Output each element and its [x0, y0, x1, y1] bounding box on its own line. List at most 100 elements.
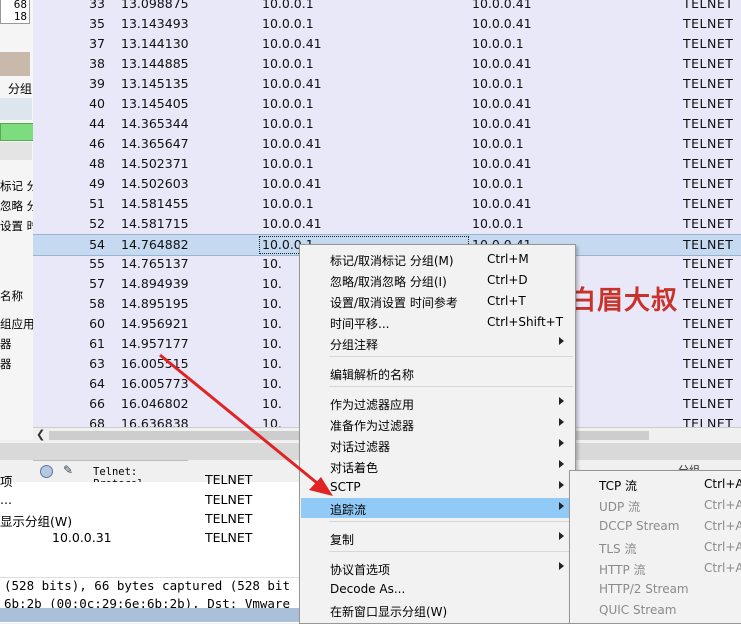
packet-protocol: TELNET: [683, 36, 734, 51]
menu-fragment: 设置 时: [0, 219, 33, 233]
menu-item[interactable]: 标记/取消标记 分组(M) Ctrl+M: [301, 249, 574, 269]
submenu-item[interactable]: TLS 流 Ctrl+A: [570, 537, 741, 558]
table-row[interactable]: 51 14.581455 10.0.0.1 10.0.0.41 TELNET: [33, 194, 741, 214]
table-row[interactable]: 35 13.143493 10.0.0.1 10.0.0.41 TELNET: [33, 14, 741, 34]
packet-time: 14.365344: [121, 116, 189, 131]
menu-fragment: 忽略 分: [0, 199, 33, 213]
packet-number: 35: [89, 16, 105, 31]
submenu-arrow-icon: [559, 418, 564, 426]
filter-bar[interactable]: [0, 123, 33, 141]
menu-item[interactable]: Decode As...: [301, 579, 574, 599]
status-indicator-icon[interactable]: [40, 465, 53, 478]
packet-protocol: TELNET: [683, 296, 734, 311]
menu-item[interactable]: 作为过滤器应用: [301, 393, 574, 413]
menu-item[interactable]: 忽略/取消忽略 分组(I) Ctrl+D: [301, 270, 574, 290]
menu-item[interactable]: 追踪流: [301, 498, 574, 518]
menu-item[interactable]: 对话着色: [301, 456, 574, 476]
submenu-item[interactable]: TCP 流 Ctrl+A: [570, 474, 741, 495]
submenu-arrow-icon: [559, 337, 564, 345]
packet-time: 14.365647: [121, 136, 189, 151]
packet-protocol: TELNET: [683, 237, 734, 252]
submenu-arrow-icon: [559, 481, 564, 489]
packet-number: 57: [89, 276, 105, 291]
packet-destination: 10.0.0.41: [472, 116, 532, 131]
menu-separator: [329, 386, 573, 387]
packet-source: 10.: [262, 336, 282, 351]
submenu-item-label: DCCP Stream: [599, 519, 680, 533]
table-row[interactable]: 48 14.502371 10.0.0.1 10.0.0.41 TELNET: [33, 154, 741, 174]
menu-item-label: 忽略/取消忽略 分组(I): [330, 275, 447, 289]
packet-number: 40: [89, 96, 105, 111]
menu-item[interactable]: 编辑解析的名称: [301, 363, 574, 383]
number-box: 68 18: [0, 0, 30, 24]
menu-item-label: 设置/取消设置 时间参考: [330, 296, 458, 310]
packet-protocol: TELNET: [683, 216, 734, 231]
submenu-item-label: HTTP/2 Stream: [599, 582, 689, 596]
menu-item-label: 作为过滤器应用: [330, 398, 415, 412]
menu-fragment: 组应用: [0, 317, 34, 331]
menu-item[interactable]: 时间平移... Ctrl+Shift+T: [301, 312, 574, 332]
menu-item[interactable]: 复制: [301, 528, 574, 548]
packet-time: 14.502371: [121, 156, 189, 171]
menu-item-label: 准备作为过滤器: [330, 419, 415, 433]
table-row[interactable]: 44 14.365344 10.0.0.1 10.0.0.41 TELNET: [33, 114, 741, 134]
table-row[interactable]: 49 14.502603 10.0.0.41 10.0.0.1 TELNET: [33, 174, 741, 194]
packet-time: 14.957177: [121, 336, 189, 351]
packet-protocol: TELNET: [683, 96, 734, 111]
table-row[interactable]: 37 13.144130 10.0.0.41 10.0.0.1 TELNET: [33, 34, 741, 54]
packet-protocol: TELNET: [683, 196, 734, 211]
table-row[interactable]: 40 13.145405 10.0.0.1 10.0.0.41 TELNET: [33, 94, 741, 114]
packet-number: 37: [89, 36, 105, 51]
menu-item[interactable]: 准备作为过滤器: [301, 414, 574, 434]
submenu-item[interactable]: UDP 流 Ctrl+A: [570, 495, 741, 516]
lower-left-text[interactable]: 显示分组(W): [0, 511, 72, 530]
submenu-item[interactable]: QUIC Stream: [570, 600, 741, 621]
submenu-item[interactable]: HTTP/2 Stream: [570, 579, 741, 600]
lower-item: TELNET: [205, 530, 253, 545]
packet-time: 14.895195: [121, 296, 189, 311]
packet-protocol: TELNET: [683, 376, 734, 391]
submenu-item-shortcut: Ctrl+A: [704, 498, 741, 512]
packet-protocol: TELNET: [683, 396, 734, 411]
packet-time: 14.764882: [121, 237, 189, 252]
packet-time: 13.144885: [121, 56, 189, 71]
menu-item-label: 时间平移...: [330, 317, 390, 331]
menu-item[interactable]: 对话过滤器: [301, 435, 574, 455]
table-row[interactable]: 38 13.144885 10.0.0.1 10.0.0.41 TELNET: [33, 54, 741, 74]
lower-item: TELNET: [205, 511, 253, 526]
packet-source: 10.: [262, 316, 282, 331]
menu-item[interactable]: SCTP: [301, 477, 574, 497]
packet-time: 13.145405: [121, 96, 189, 111]
edit-icon[interactable]: ✎: [63, 463, 73, 477]
menu-item[interactable]: 在新窗口显示分组(W): [301, 600, 574, 620]
menu-item[interactable]: 协议首选项: [301, 558, 574, 578]
packet-protocol: TELNET: [683, 56, 734, 71]
lower-item: TELNET: [205, 492, 253, 507]
submenu-item[interactable]: DCCP Stream Ctrl+A: [570, 516, 741, 537]
tab-label[interactable]: 分组: [8, 80, 32, 97]
menu-item[interactable]: 设置/取消设置 时间参考 Ctrl+T: [301, 291, 574, 311]
detail-line: (528 bits), 66 bytes captured (528 bit: [4, 578, 290, 593]
packet-protocol: TELNET: [683, 116, 734, 131]
menu-item-label: 对话着色: [330, 461, 379, 475]
packet-time: 14.956921: [121, 316, 189, 331]
menu-separator: [329, 356, 573, 357]
menu-item[interactable]: 分组注释: [301, 333, 574, 353]
scroll-left-icon[interactable]: ❮: [36, 428, 45, 441]
packet-time: 13.145135: [121, 76, 189, 91]
submenu-item-shortcut: Ctrl+A: [704, 477, 741, 491]
packet-time: 14.894939: [121, 276, 189, 291]
blurred-area: [0, 52, 30, 76]
submenu-item-label: UDP 流: [599, 500, 641, 514]
table-row[interactable]: 39 13.145135 10.0.0.41 10.0.0.1 TELNET: [33, 74, 741, 94]
table-row[interactable]: 52 14.581715 10.0.0.41 10.0.0.1 TELNET: [33, 214, 741, 234]
menu-separator: [329, 521, 573, 522]
packet-number: 55: [89, 256, 105, 271]
submenu-item[interactable]: HTTP 流 Ctrl+A: [570, 558, 741, 579]
menu-item-label: 标记/取消标记 分组(M): [330, 254, 454, 268]
packet-number: 49: [89, 176, 105, 191]
packet-number: 61: [89, 336, 105, 351]
packet-number: 44: [89, 116, 105, 131]
table-row[interactable]: 46 14.365647 10.0.0.41 10.0.0.1 TELNET: [33, 134, 741, 154]
table-row[interactable]: 33 13.098875 10.0.0.1 10.0.0.41 TELNET: [33, 0, 741, 14]
